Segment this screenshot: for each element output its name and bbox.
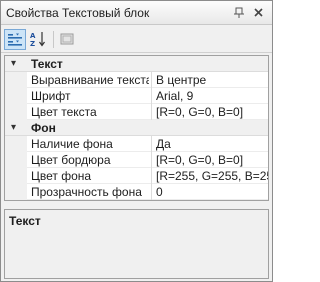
property-row[interactable]: Выравнивание текста В центре (5, 72, 268, 88)
property-value[interactable]: [R=0, G=0, B=0] (156, 105, 268, 119)
property-value[interactable]: В центре (156, 73, 268, 87)
property-row[interactable]: Цвет фона [R=255, G=255, B=255] (5, 168, 268, 184)
sort-alphabetical-icon[interactable]: A Z (28, 29, 50, 50)
property-row[interactable]: Цвет текста [R=0, G=0, B=0] (5, 104, 268, 120)
splitter[interactable] (1, 202, 272, 208)
property-name: Выравнивание текста (31, 73, 149, 87)
svg-text:A: A (30, 32, 36, 40)
property-value[interactable]: [R=255, G=255, B=255] (156, 169, 268, 183)
category-label: Текст (31, 57, 63, 71)
property-row[interactable]: Прозрачность фона 0 (5, 184, 268, 200)
property-name: Цвет бордюра (31, 153, 111, 167)
svg-text:Z: Z (30, 40, 35, 47)
property-name: Цвет фона (31, 169, 92, 183)
toolbar-separator (53, 31, 54, 48)
collapse-icon[interactable]: ▾ (11, 58, 16, 69)
property-value[interactable]: Да (156, 137, 268, 151)
property-value[interactable]: [R=0, G=0, B=0] (156, 153, 268, 167)
property-row[interactable]: Шрифт Arial, 9 (5, 88, 268, 104)
property-name: Шрифт (31, 89, 71, 103)
properties-window: Свойства Текстовый блок A Z ▾ Текст Выра… (0, 0, 273, 282)
property-pages-icon[interactable] (57, 29, 79, 50)
collapse-icon[interactable]: ▾ (11, 122, 16, 133)
property-name: Цвет текста (31, 105, 97, 119)
categorized-icon[interactable] (4, 29, 26, 50)
property-grid: ▾ Текст Выравнивание текста В центре Шри… (4, 55, 269, 201)
title-bar[interactable]: Свойства Текстовый блок (1, 1, 272, 25)
category-row-background[interactable]: ▾ Фон (5, 120, 268, 136)
description-title: Текст (9, 214, 41, 228)
property-name: Прозрачность фона (31, 185, 142, 199)
property-row[interactable]: Наличие фона Да (5, 136, 268, 152)
property-row[interactable]: Цвет бордюра [R=0, G=0, B=0] (5, 152, 268, 168)
pin-icon[interactable] (233, 6, 246, 19)
category-row-text[interactable]: ▾ Текст (5, 56, 268, 72)
property-value[interactable]: 0 (156, 185, 268, 199)
window-title: Свойства Текстовый блок (6, 6, 150, 20)
close-icon[interactable] (252, 6, 265, 19)
description-panel: Текст (4, 209, 269, 279)
toolbar: A Z (1, 26, 272, 53)
category-label: Фон (31, 121, 56, 135)
property-value[interactable]: Arial, 9 (156, 89, 268, 103)
property-name: Наличие фона (31, 137, 113, 151)
